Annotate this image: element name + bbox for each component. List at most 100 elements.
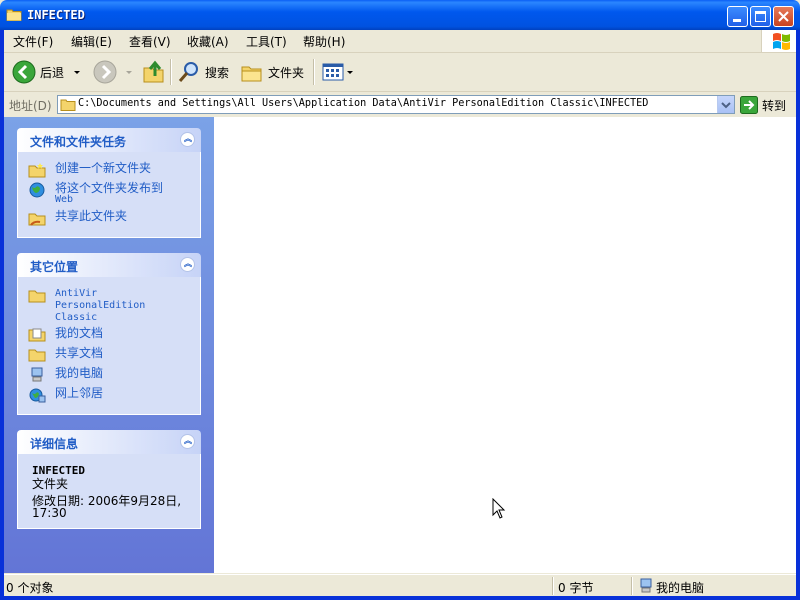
address-label: 地址(D)	[9, 99, 52, 113]
back-label: 后退	[40, 65, 65, 80]
details-header[interactable]: 详细信息 ︽	[17, 430, 201, 454]
place-label: AntiVir	[55, 288, 98, 299]
globe-icon	[29, 182, 45, 198]
detail-modified-time: 17:30	[32, 506, 67, 520]
status-bar: 0 个对象 0 字节 我的电脑	[0, 574, 800, 597]
folder-icon	[6, 9, 22, 21]
search-icon	[178, 62, 198, 82]
minimize-icon	[733, 19, 741, 22]
menu-edit[interactable]: 编辑(E)	[71, 33, 112, 50]
status-separator	[631, 577, 633, 595]
place-label: Classic	[55, 312, 98, 323]
menu-view[interactable]: 查看(V)	[129, 33, 171, 50]
task-share-folder[interactable]: 共享此文件夹	[28, 210, 127, 226]
network-icon	[29, 388, 46, 403]
place-label: 我的文档	[55, 326, 104, 340]
task-pane: 文件和文件夹任务 ︽ 创建一个新文件夹 将这个文件夹发布到 Web 共享此文件夹…	[4, 117, 214, 573]
file-tasks-header[interactable]: 文件和文件夹任务 ︽	[17, 128, 201, 152]
views-icon	[322, 63, 344, 81]
address-field[interactable]: C:\Documents and Settings\All Users\Appl…	[57, 95, 735, 114]
place-network[interactable]: 网上邻居	[28, 387, 103, 403]
other-places-panel: 其它位置 ︽ AntiVir PersonalEdition Classic 我…	[17, 253, 201, 415]
menu-tools[interactable]: 工具(T)	[246, 33, 287, 50]
other-places-header[interactable]: 其它位置 ︽	[17, 253, 201, 277]
maximize-button[interactable]	[750, 6, 771, 27]
file-tasks-panel: 文件和文件夹任务 ︽ 创建一个新文件夹 将这个文件夹发布到 Web 共享此文件夹	[17, 128, 201, 238]
task-label: 共享此文件夹	[55, 209, 128, 223]
search-label: 搜索	[205, 65, 230, 80]
window-title: INFECTED	[27, 8, 85, 22]
collapse-icon[interactable]: ︽	[180, 434, 195, 449]
toolbar-separator	[170, 59, 172, 85]
collapse-icon[interactable]: ︽	[180, 132, 195, 147]
detail-type: 文件夹	[32, 477, 69, 491]
my-documents-icon	[28, 328, 46, 342]
forward-button[interactable]	[93, 59, 135, 85]
forward-dropdown-icon[interactable]	[123, 67, 135, 77]
place-shared-documents[interactable]: 共享文档	[28, 347, 103, 363]
place-my-documents[interactable]: 我的文档	[28, 327, 103, 343]
back-dropdown-icon[interactable]	[70, 67, 84, 77]
toolbar: 后退 搜索 文件夹	[0, 53, 800, 92]
go-label: 转到	[762, 98, 787, 113]
task-new-folder[interactable]: 创建一个新文件夹	[28, 162, 151, 178]
place-label: 网上邻居	[55, 386, 104, 400]
folder-icon	[28, 349, 46, 362]
task-label: 将这个文件夹发布到	[55, 181, 164, 195]
share-folder-icon	[28, 213, 46, 226]
status-location: 我的电脑	[656, 581, 705, 595]
maximize-icon	[755, 11, 766, 22]
status-size: 0 字节	[558, 581, 594, 595]
back-button[interactable]: 后退	[12, 59, 84, 85]
windows-flag-icon	[773, 33, 790, 50]
explorer-window: INFECTED 文件(F) 编辑(E) 查看(V) 收藏(A) 工具(T) 帮…	[0, 0, 800, 600]
place-my-computer[interactable]: 我的电脑	[28, 367, 103, 383]
folder-icon	[60, 99, 76, 111]
back-arrow-icon	[12, 60, 36, 84]
windows-logo	[761, 30, 800, 52]
folders-label: 文件夹	[268, 65, 305, 80]
status-objects: 0 个对象	[6, 581, 54, 595]
menu-bar: 文件(F) 编辑(E) 查看(V) 收藏(A) 工具(T) 帮助(H)	[0, 30, 800, 53]
address-bar: 地址(D) C:\Documents and Settings\All User…	[0, 92, 800, 118]
place-label: 共享文档	[55, 346, 104, 360]
close-button[interactable]	[773, 6, 794, 27]
menu-file[interactable]: 文件(F)	[13, 33, 53, 50]
minimize-button[interactable]	[727, 6, 748, 27]
menu-favorites[interactable]: 收藏(A)	[187, 33, 229, 50]
menu-help[interactable]: 帮助(H)	[303, 33, 345, 50]
toolbar-separator	[313, 59, 315, 85]
collapse-icon[interactable]: ︽	[180, 257, 195, 272]
mouse-cursor-icon	[492, 498, 506, 519]
task-label: Web	[55, 194, 74, 205]
folders-button[interactable]: 文件夹	[240, 59, 304, 85]
up-button[interactable]	[142, 59, 166, 85]
computer-icon	[31, 367, 43, 382]
place-antivir[interactable]: AntiVir PersonalEdition Classic	[28, 288, 145, 324]
task-publish-web[interactable]: 将这个文件夹发布到 Web	[28, 182, 163, 206]
place-label: 我的电脑	[55, 366, 104, 380]
chevron-down-icon	[721, 102, 731, 109]
folder-icon	[28, 290, 46, 303]
search-button[interactable]: 搜索	[177, 59, 229, 85]
folder-up-icon	[143, 60, 164, 83]
address-dropdown-button[interactable]	[717, 96, 734, 113]
title-bar[interactable]: INFECTED	[0, 0, 800, 30]
window-frame-right	[796, 30, 800, 600]
go-arrow-icon	[740, 96, 758, 114]
close-icon	[778, 11, 789, 22]
views-dropdown-icon[interactable]	[345, 67, 355, 77]
go-button[interactable]: 转到	[740, 96, 786, 114]
forward-arrow-icon	[93, 60, 117, 84]
address-path: C:\Documents and Settings\All Users\Appl…	[78, 98, 649, 109]
folders-icon	[241, 66, 262, 82]
panel-title: 详细信息	[30, 437, 79, 451]
window-frame-bottom	[0, 596, 800, 600]
status-separator	[552, 577, 554, 595]
computer-icon	[640, 578, 652, 593]
views-button[interactable]	[321, 59, 355, 85]
window-frame-left	[0, 30, 4, 600]
details-panel: 详细信息 ︽ INFECTED 文件夹 修改日期: 2006年9月28日, 17…	[17, 430, 201, 529]
place-label: PersonalEdition	[55, 300, 146, 311]
task-label: 创建一个新文件夹	[55, 161, 152, 175]
